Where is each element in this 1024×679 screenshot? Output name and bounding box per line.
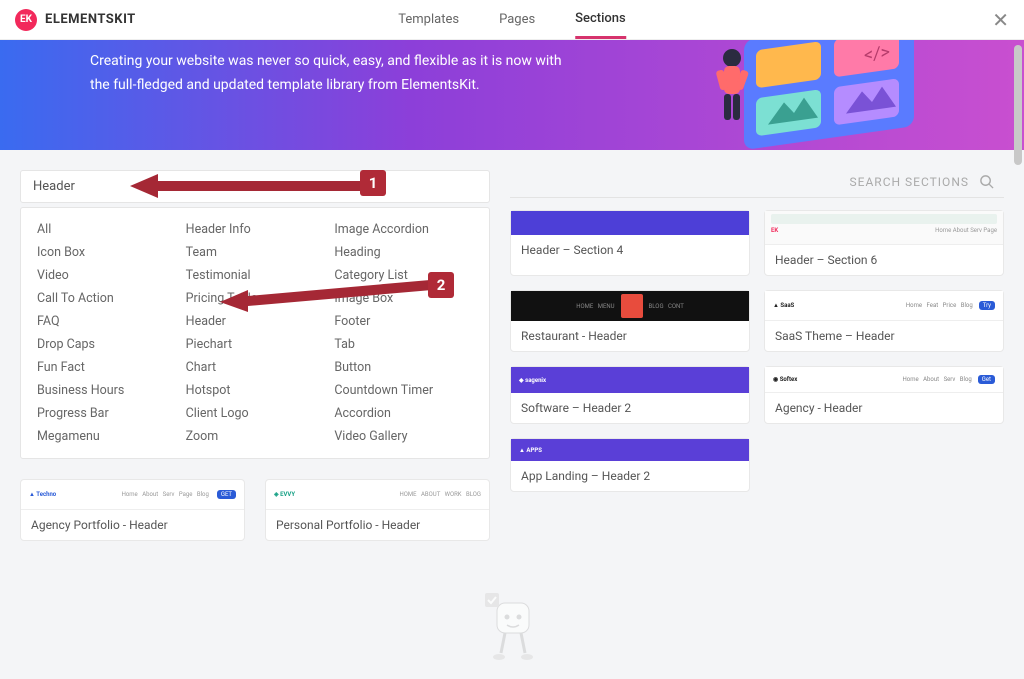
- card-app-landing-header-2[interactable]: ▲ APPS App Landing – Header 2: [510, 438, 750, 492]
- card-preview: [511, 211, 749, 235]
- card-label: SaaS Theme – Header: [765, 321, 1003, 351]
- top-tabs: Templates Pages Sections: [398, 0, 626, 39]
- left-column: Header All Header Info Image Accordion I…: [20, 170, 490, 541]
- cat-chart[interactable]: Chart: [186, 360, 325, 375]
- scrollbar[interactable]: [1014, 45, 1022, 165]
- card-label: Personal Portfolio - Header: [266, 510, 489, 540]
- cat-header-info[interactable]: Header Info: [186, 222, 325, 237]
- arrow-1-icon: [130, 168, 380, 204]
- search-sections-input[interactable]: SEARCH SECTIONS: [850, 175, 969, 189]
- card-software-header-2[interactable]: ◆ sagenix Software – Header 2: [510, 366, 750, 424]
- card-personal-portfolio[interactable]: ◈ EVVY HOME ABOUT WORK BLOG Personal Por…: [265, 479, 490, 541]
- cat-faq[interactable]: FAQ: [37, 314, 176, 329]
- cat-drop-caps[interactable]: Drop Caps: [37, 337, 176, 352]
- cat-image-accordion[interactable]: Image Accordion: [334, 222, 473, 237]
- card-label: Agency - Header: [765, 393, 1003, 423]
- logo: EK ELEMENTSKIT: [15, 9, 136, 31]
- card-header-section-6[interactable]: EKHome About Serv Page Header – Section …: [764, 210, 1004, 276]
- hero-illustration-icon: </>: [714, 40, 984, 150]
- hero-banner: Creating your website was never so quick…: [0, 40, 1024, 150]
- cat-megamenu[interactable]: Megamenu: [37, 429, 176, 444]
- cat-countdown[interactable]: Countdown Timer: [334, 383, 473, 398]
- left-cards-row: ▲ Techno Home About Serv Page Blog GET A…: [20, 479, 490, 541]
- cat-video[interactable]: Video: [37, 268, 176, 283]
- cat-accordion[interactable]: Accordion: [334, 406, 473, 421]
- card-agency-header[interactable]: ◉ Softex Home About Serv Blog Get Agency…: [764, 366, 1004, 424]
- tab-templates[interactable]: Templates: [398, 0, 459, 39]
- card-label: Header – Section 4: [511, 235, 749, 265]
- card-label: App Landing – Header 2: [511, 461, 749, 491]
- card-saas-header[interactable]: ▲ SaaS Home Feat Price Blog Try SaaS The…: [764, 290, 1004, 352]
- cat-fun-fact[interactable]: Fun Fact: [37, 360, 176, 375]
- cat-hotspot[interactable]: Hotspot: [186, 383, 325, 398]
- tab-pages[interactable]: Pages: [499, 0, 535, 39]
- cat-all[interactable]: All: [37, 222, 176, 237]
- cat-header[interactable]: Header: [186, 314, 325, 329]
- card-preview: ◆ sagenix: [511, 367, 749, 393]
- card-preview: HOME MENU BLOG CONT: [511, 291, 749, 321]
- cat-team[interactable]: Team: [186, 245, 325, 260]
- callout-1: 1: [360, 170, 386, 196]
- arrow-2-icon: [220, 276, 440, 312]
- card-label: Agency Portfolio - Header: [21, 510, 244, 540]
- card-label: Software – Header 2: [511, 393, 749, 423]
- cat-cta[interactable]: Call To Action: [37, 291, 176, 306]
- cat-tab[interactable]: Tab: [334, 337, 473, 352]
- cat-button[interactable]: Button: [334, 360, 473, 375]
- cat-client-logo[interactable]: Client Logo: [186, 406, 325, 421]
- tab-sections[interactable]: Sections: [575, 0, 626, 39]
- right-column: SEARCH SECTIONS Header – Section 4 EKHom…: [510, 170, 1004, 492]
- card-label: Restaurant - Header: [511, 321, 749, 351]
- mascot-icon: [477, 585, 547, 669]
- search-sections-bar: SEARCH SECTIONS: [510, 170, 1004, 198]
- cat-piechart[interactable]: Piechart: [186, 337, 325, 352]
- svg-text:</>: </>: [864, 42, 890, 67]
- card-preview: ▲ Techno Home About Serv Page Blog GET: [21, 480, 244, 510]
- logo-badge-icon: EK: [15, 9, 37, 31]
- logo-text: ELEMENTSKIT: [45, 12, 136, 27]
- cat-icon-box[interactable]: Icon Box: [37, 245, 176, 260]
- content-area: Header All Header Info Image Accordion I…: [0, 150, 1024, 561]
- category-dropdown: All Header Info Image Accordion Icon Box…: [20, 207, 490, 459]
- cat-footer[interactable]: Footer: [334, 314, 473, 329]
- card-preview: ◈ EVVY HOME ABOUT WORK BLOG: [266, 480, 489, 510]
- cat-heading[interactable]: Heading: [334, 245, 473, 260]
- card-preview: ◉ Softex Home About Serv Blog Get: [765, 367, 1003, 393]
- close-icon[interactable]: ✕: [992, 8, 1009, 32]
- card-preview: ▲ APPS: [511, 439, 749, 461]
- card-agency-portfolio[interactable]: ▲ Techno Home About Serv Page Blog GET A…: [20, 479, 245, 541]
- card-preview: EKHome About Serv Page: [765, 211, 1003, 245]
- cat-video-gallery[interactable]: Video Gallery: [334, 429, 473, 444]
- cat-progress-bar[interactable]: Progress Bar: [37, 406, 176, 421]
- card-label: Header – Section 6: [765, 245, 1003, 275]
- search-icon[interactable]: [979, 174, 994, 189]
- cat-zoom[interactable]: Zoom: [186, 429, 325, 444]
- callout-2: 2: [428, 272, 454, 298]
- card-preview: ▲ SaaS Home Feat Price Blog Try: [765, 291, 1003, 321]
- cat-business-hours[interactable]: Business Hours: [37, 383, 176, 398]
- sections-grid: Header – Section 4 EKHome About Serv Pag…: [510, 210, 1004, 492]
- card-restaurant-header[interactable]: HOME MENU BLOG CONT Restaurant - Header: [510, 290, 750, 352]
- top-bar: EK ELEMENTSKIT Templates Pages Sections …: [0, 0, 1024, 40]
- card-header-section-4[interactable]: Header – Section 4: [510, 210, 750, 276]
